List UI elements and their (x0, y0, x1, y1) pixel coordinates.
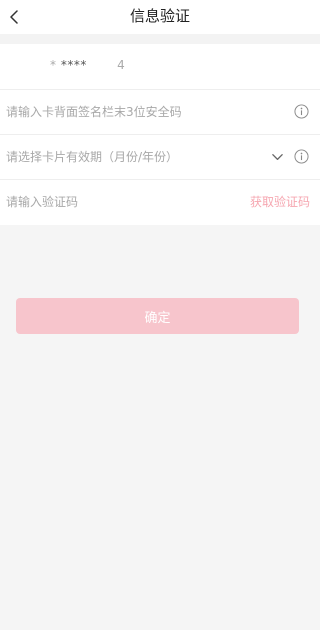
card-number-prefix: * (50, 58, 57, 72)
header-bar: 信息验证 (0, 0, 320, 34)
chevron-left-icon (10, 10, 18, 24)
expiry-row[interactable] (0, 135, 320, 180)
info-circle-icon[interactable] (294, 104, 309, 119)
info-circle-icon[interactable] (294, 149, 309, 164)
cvv-input[interactable] (6, 90, 236, 134)
code-row: 获取验证码 (0, 180, 320, 225)
back-button[interactable] (0, 0, 28, 34)
verification-code-input[interactable] (6, 180, 206, 224)
confirm-button[interactable]: 确定 (16, 298, 299, 334)
cvv-row (0, 90, 320, 135)
card-number-suffix: 4 (117, 58, 126, 72)
header-divider (0, 34, 320, 44)
expiry-select[interactable] (6, 135, 236, 179)
page-title: 信息验证 (129, 7, 190, 25)
get-code-button[interactable]: 获取验证码 (250, 180, 310, 224)
card-number: * **** 4 (50, 58, 125, 72)
chevron-down-icon[interactable] (271, 151, 284, 164)
card-number-masked: **** (60, 58, 87, 72)
card-number-row: * **** 4 (0, 44, 320, 90)
verification-form: * **** 4 获取验证码 (0, 44, 320, 225)
